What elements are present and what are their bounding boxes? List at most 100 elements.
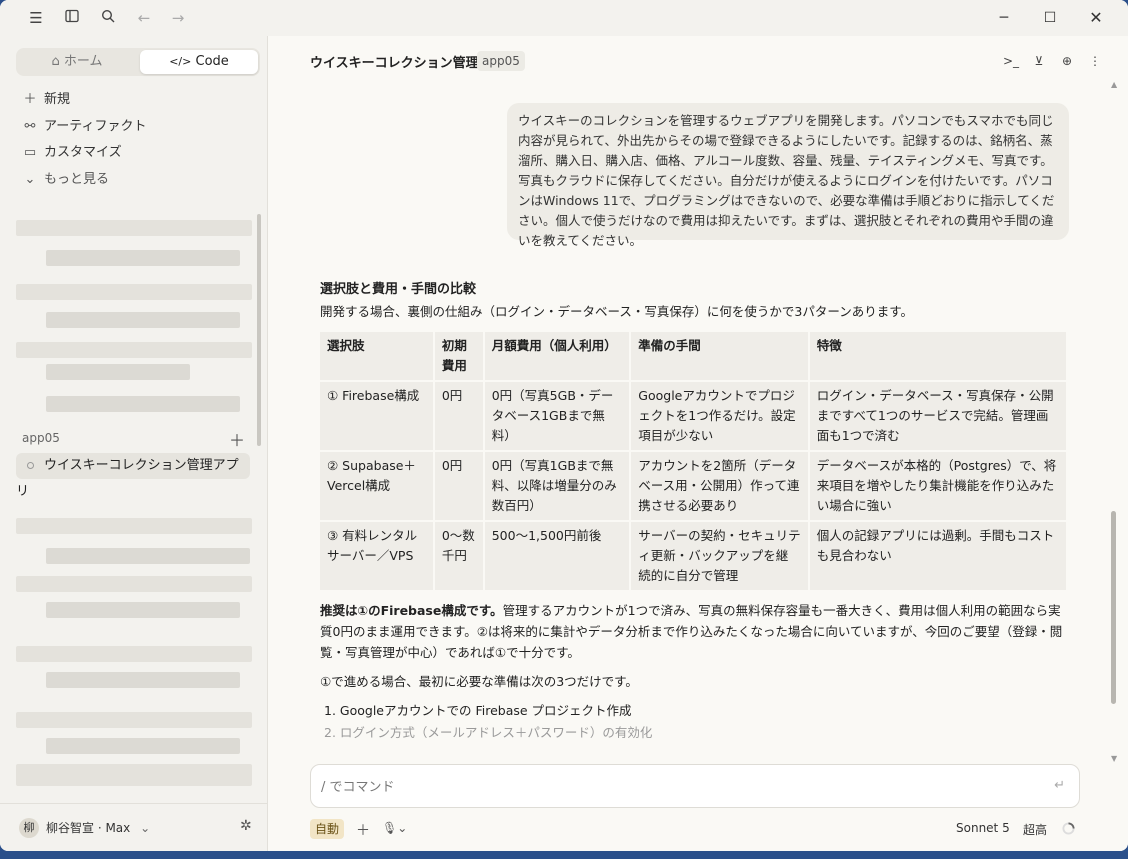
close-icon[interactable]: ✕ [1073, 6, 1119, 30]
nav-new-button[interactable]: ＋ 新規 [22, 89, 70, 111]
plus-icon[interactable]: ＋ [229, 427, 245, 451]
table-cell: データベースが本格的（Postgres）で、将来項目を増やしたり集計機能を作り込… [809, 452, 1066, 520]
nav-more[interactable]: ⌄ もっと見る [22, 169, 109, 191]
effort-selector[interactable]: 超高 [1023, 821, 1047, 838]
mode-badge[interactable]: 自動 [310, 819, 345, 839]
more-vertical-icon[interactable]: ⋮ [1086, 52, 1104, 70]
artifact-icon: ⚯ [24, 119, 36, 134]
nav-artifacts-label: アーティファクト [44, 119, 147, 134]
blurred-history-item [46, 396, 240, 412]
tab-code[interactable]: </> Code [140, 50, 258, 74]
table-cell: ログイン・データベース・写真保存・公開まですべて1つのサービスで完結。管理画面も… [809, 382, 1066, 450]
nav-customize[interactable]: ▭ カスタマイズ [22, 142, 122, 164]
blurred-history-item [16, 576, 252, 592]
maximize-icon[interactable]: ☐ [1027, 6, 1073, 30]
back-arrow-icon[interactable]: ← [134, 8, 154, 28]
blurred-history-item [46, 364, 190, 380]
tab-code-label: Code [195, 54, 229, 69]
table-row: ③ 有料レンタルサーバー／VPS 0〜数千円 500〜1,500円前後 サーバー… [320, 522, 1066, 590]
tab-home[interactable]: ⌂ ホーム [18, 50, 136, 74]
table-cell: ② Supabase＋Vercel構成 [320, 452, 433, 520]
table-cell: ③ 有料レンタルサーバー／VPS [320, 522, 433, 590]
scroll-down-icon[interactable]: ▼ [1111, 754, 1117, 763]
nav-artifacts[interactable]: ⚯ アーティファクト [22, 116, 147, 138]
user-bar: 柳 柳谷智宣 · Max ⌄ ✲ [0, 803, 268, 851]
assistant-response: 選択肢と費用・手間の比較 開発する場合、裏側の仕組み（ログイン・データベース・写… [320, 278, 1070, 744]
home-icon: ⌂ [51, 54, 60, 69]
code-icon: </> [169, 55, 192, 68]
table-row: ① Firebase構成 0円 0円（写真5GB・データベース1GBまで無料） … [320, 382, 1066, 450]
table-cell: 0円（写真1GBまで無料、以降は増量分のみ数百円） [484, 452, 630, 520]
blurred-history-item [16, 712, 252, 728]
plus-icon: ＋ [23, 92, 37, 107]
blurred-history-item [46, 738, 240, 754]
sidebar-scrollbar[interactable] [257, 214, 261, 446]
main-scrollbar[interactable] [1111, 511, 1116, 704]
scroll-up-icon[interactable]: ▲ [1111, 80, 1117, 89]
table-header-cell: 初期費用 [434, 332, 483, 380]
blurred-history-item [46, 548, 250, 564]
mic-icon[interactable]: 🎙︎⌄ [382, 821, 407, 835]
sidebar-toggle-icon[interactable] [62, 8, 82, 28]
user-message: ウイスキーのコレクションを管理するウェブアプリを開発します。パソコンでもスマホで… [507, 103, 1069, 248]
blurred-history-item [16, 646, 252, 662]
table-header-cell: 選択肢 [320, 332, 433, 380]
nav-more-label: もっと見る [44, 172, 110, 187]
briefcase-icon: ▭ [23, 145, 37, 160]
blurred-history-item [46, 602, 240, 618]
table-cell: 500〜1,500円前後 [484, 522, 630, 590]
sidebar-chat-item[interactable]: ウイスキーコレクション管理アプリ [16, 453, 250, 499]
minimize-icon[interactable]: ─ [981, 6, 1027, 30]
content-fade [309, 736, 1089, 764]
nav-customize-label: カスタマイズ [44, 145, 122, 160]
app-window: ☰ ← → ─ ☐ ✕ ⌂ ホーム </> Code ＋新規 ⚯ アーティファク… [0, 0, 1128, 851]
loading-spinner-icon [1062, 822, 1075, 838]
prompt-input[interactable] [321, 776, 1021, 798]
plus-icon[interactable]: ＋ [356, 820, 370, 840]
table-cell: サーバーの契約・セキュリティ更新・バックアップを継続的に自分で管理 [631, 522, 808, 590]
model-selector[interactable]: Sonnet 5 [956, 821, 1010, 835]
blurred-history-item [16, 342, 252, 358]
project-tag[interactable]: app05 [477, 51, 525, 71]
table-header-cell: 特徴 [809, 332, 1066, 380]
main-header: ウイスキーコレクション管理アプリ app05 >_ ⊻ ⊕ ⋮ [269, 36, 1128, 86]
globe-icon[interactable]: ⊕ [1058, 52, 1076, 70]
blurred-history-item [46, 250, 240, 266]
project-label: app05 [22, 431, 60, 445]
blurred-history-item [16, 220, 252, 236]
prompt-box: ↵ [310, 764, 1080, 808]
sidebar: ⌂ ホーム </> Code ＋ 新規 ⚯ アーティファクト ▭ カスタマイズ ⌄ もっ… [0, 36, 268, 851]
user-name-label: 柳谷智宣 · Max [46, 821, 131, 835]
blurred-history-item [16, 518, 252, 534]
terminal-icon[interactable]: >_ [1002, 52, 1020, 70]
blurred-history-item [16, 284, 252, 300]
table-cell: 個人の記録アプリには過剰。手間もコストも見合わない [809, 522, 1066, 590]
nav-new-label: 新規 [44, 92, 71, 107]
table-cell: 0円 [434, 452, 483, 520]
blurred-history-item [46, 672, 240, 688]
status-dot-icon [27, 462, 34, 469]
chevron-down-icon: ⌄ [140, 821, 151, 835]
table-row: ② Supabase＋Vercel構成 0円 0円（写真1GBまで無料、以降は増… [320, 452, 1066, 520]
table-cell: Googleアカウントでプロジェクトを1つ作るだけ。設定項目が少ない [631, 382, 808, 450]
forward-arrow-icon[interactable]: → [168, 8, 188, 28]
search-icon[interactable] [98, 8, 118, 28]
prompt-toolbar: 自動 ＋ 🎙︎⌄ Sonnet 5 超高 [310, 818, 1080, 840]
avatar[interactable]: 柳 [19, 818, 39, 838]
download-icon[interactable]: ⊻ [1030, 52, 1048, 70]
table-header-cell: 準備の手間 [631, 332, 808, 380]
menu-icon[interactable]: ☰ [26, 8, 46, 28]
settings-icon[interactable]: ✲ [240, 818, 252, 834]
table-cell: 0円（写真5GB・データベース1GBまで無料） [484, 382, 630, 450]
user-name[interactable]: 柳谷智宣 · Max ⌄ [46, 819, 150, 836]
comparison-table: 選択肢 初期費用 月額費用（個人利用） 準備の手間 特徴 ① Firebase構… [318, 330, 1068, 592]
table-cell: アカウントを2箇所（データベース用・公開用）作って連携させる必要あり [631, 452, 808, 520]
sidebar-chat-label: ウイスキーコレクション管理アプリ [16, 458, 239, 499]
steps-intro: ①で進める場合、最初に必要な準備は次の3つだけです。 [320, 674, 638, 689]
blurred-history-item [16, 764, 252, 786]
table-header-row: 選択肢 初期費用 月額費用（個人利用） 準備の手間 特徴 [320, 332, 1066, 380]
send-icon[interactable]: ↵ [1054, 778, 1065, 793]
main-panel: ウイスキーコレクション管理アプリ app05 >_ ⊻ ⊕ ⋮ ▲ ▼ ウイスキ… [269, 36, 1128, 851]
recommendation: 推奨は①のFirebase構成です。管理するアカウントが1つで済み、写真の無料保… [320, 600, 1070, 663]
response-intro: 開発する場合、裏側の仕組み（ログイン・データベース・写真保存）に何を使うかで3パ… [320, 304, 913, 319]
